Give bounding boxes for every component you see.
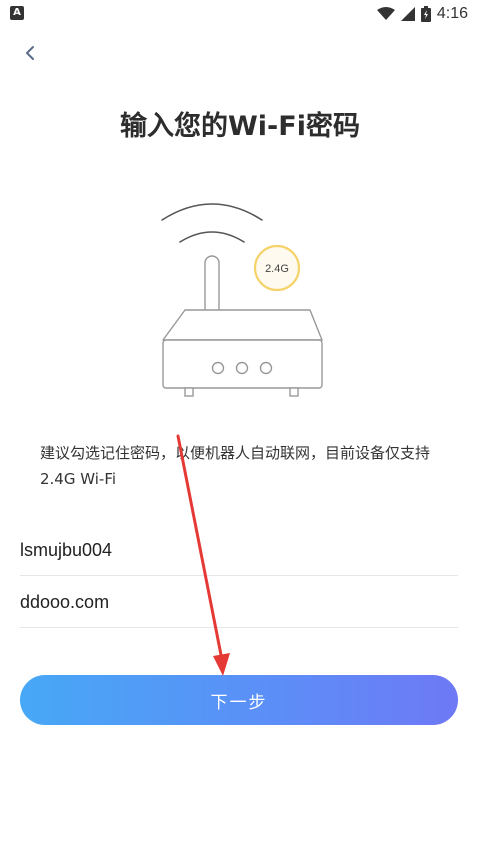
- status-bar: A 4:16: [0, 0, 480, 28]
- app-notification-icon: A: [10, 6, 24, 20]
- chevron-left-icon: [26, 46, 34, 60]
- hint-text: 建议勾选记住密码，以便机器人自动联网，目前设备仅支持 2.4G Wi-Fi: [40, 444, 431, 488]
- router-illustration: 2.4G: [161, 203, 323, 397]
- router-light: [211, 361, 225, 375]
- password-input[interactable]: [20, 577, 458, 627]
- password-field[interactable]: [20, 577, 458, 628]
- wifi-arc-outer: [161, 203, 263, 221]
- router-light: [259, 361, 273, 375]
- back-button[interactable]: [18, 40, 46, 68]
- wifi-signal-icon: [376, 7, 395, 20]
- cell-signal-icon: [400, 7, 415, 21]
- wifi-arc-inner: [179, 231, 245, 243]
- band-badge-label: 2.4G: [265, 263, 289, 275]
- battery-icon: [420, 6, 431, 22]
- next-button[interactable]: 下一步: [20, 675, 458, 725]
- ssid-field[interactable]: [20, 525, 458, 576]
- ssid-input[interactable]: [20, 525, 458, 575]
- status-icons: 4:16: [376, 4, 468, 24]
- status-time: 4:16: [436, 5, 468, 22]
- router-light: [235, 361, 249, 375]
- page-title: 输入您的Wi-Fi密码: [120, 111, 360, 142]
